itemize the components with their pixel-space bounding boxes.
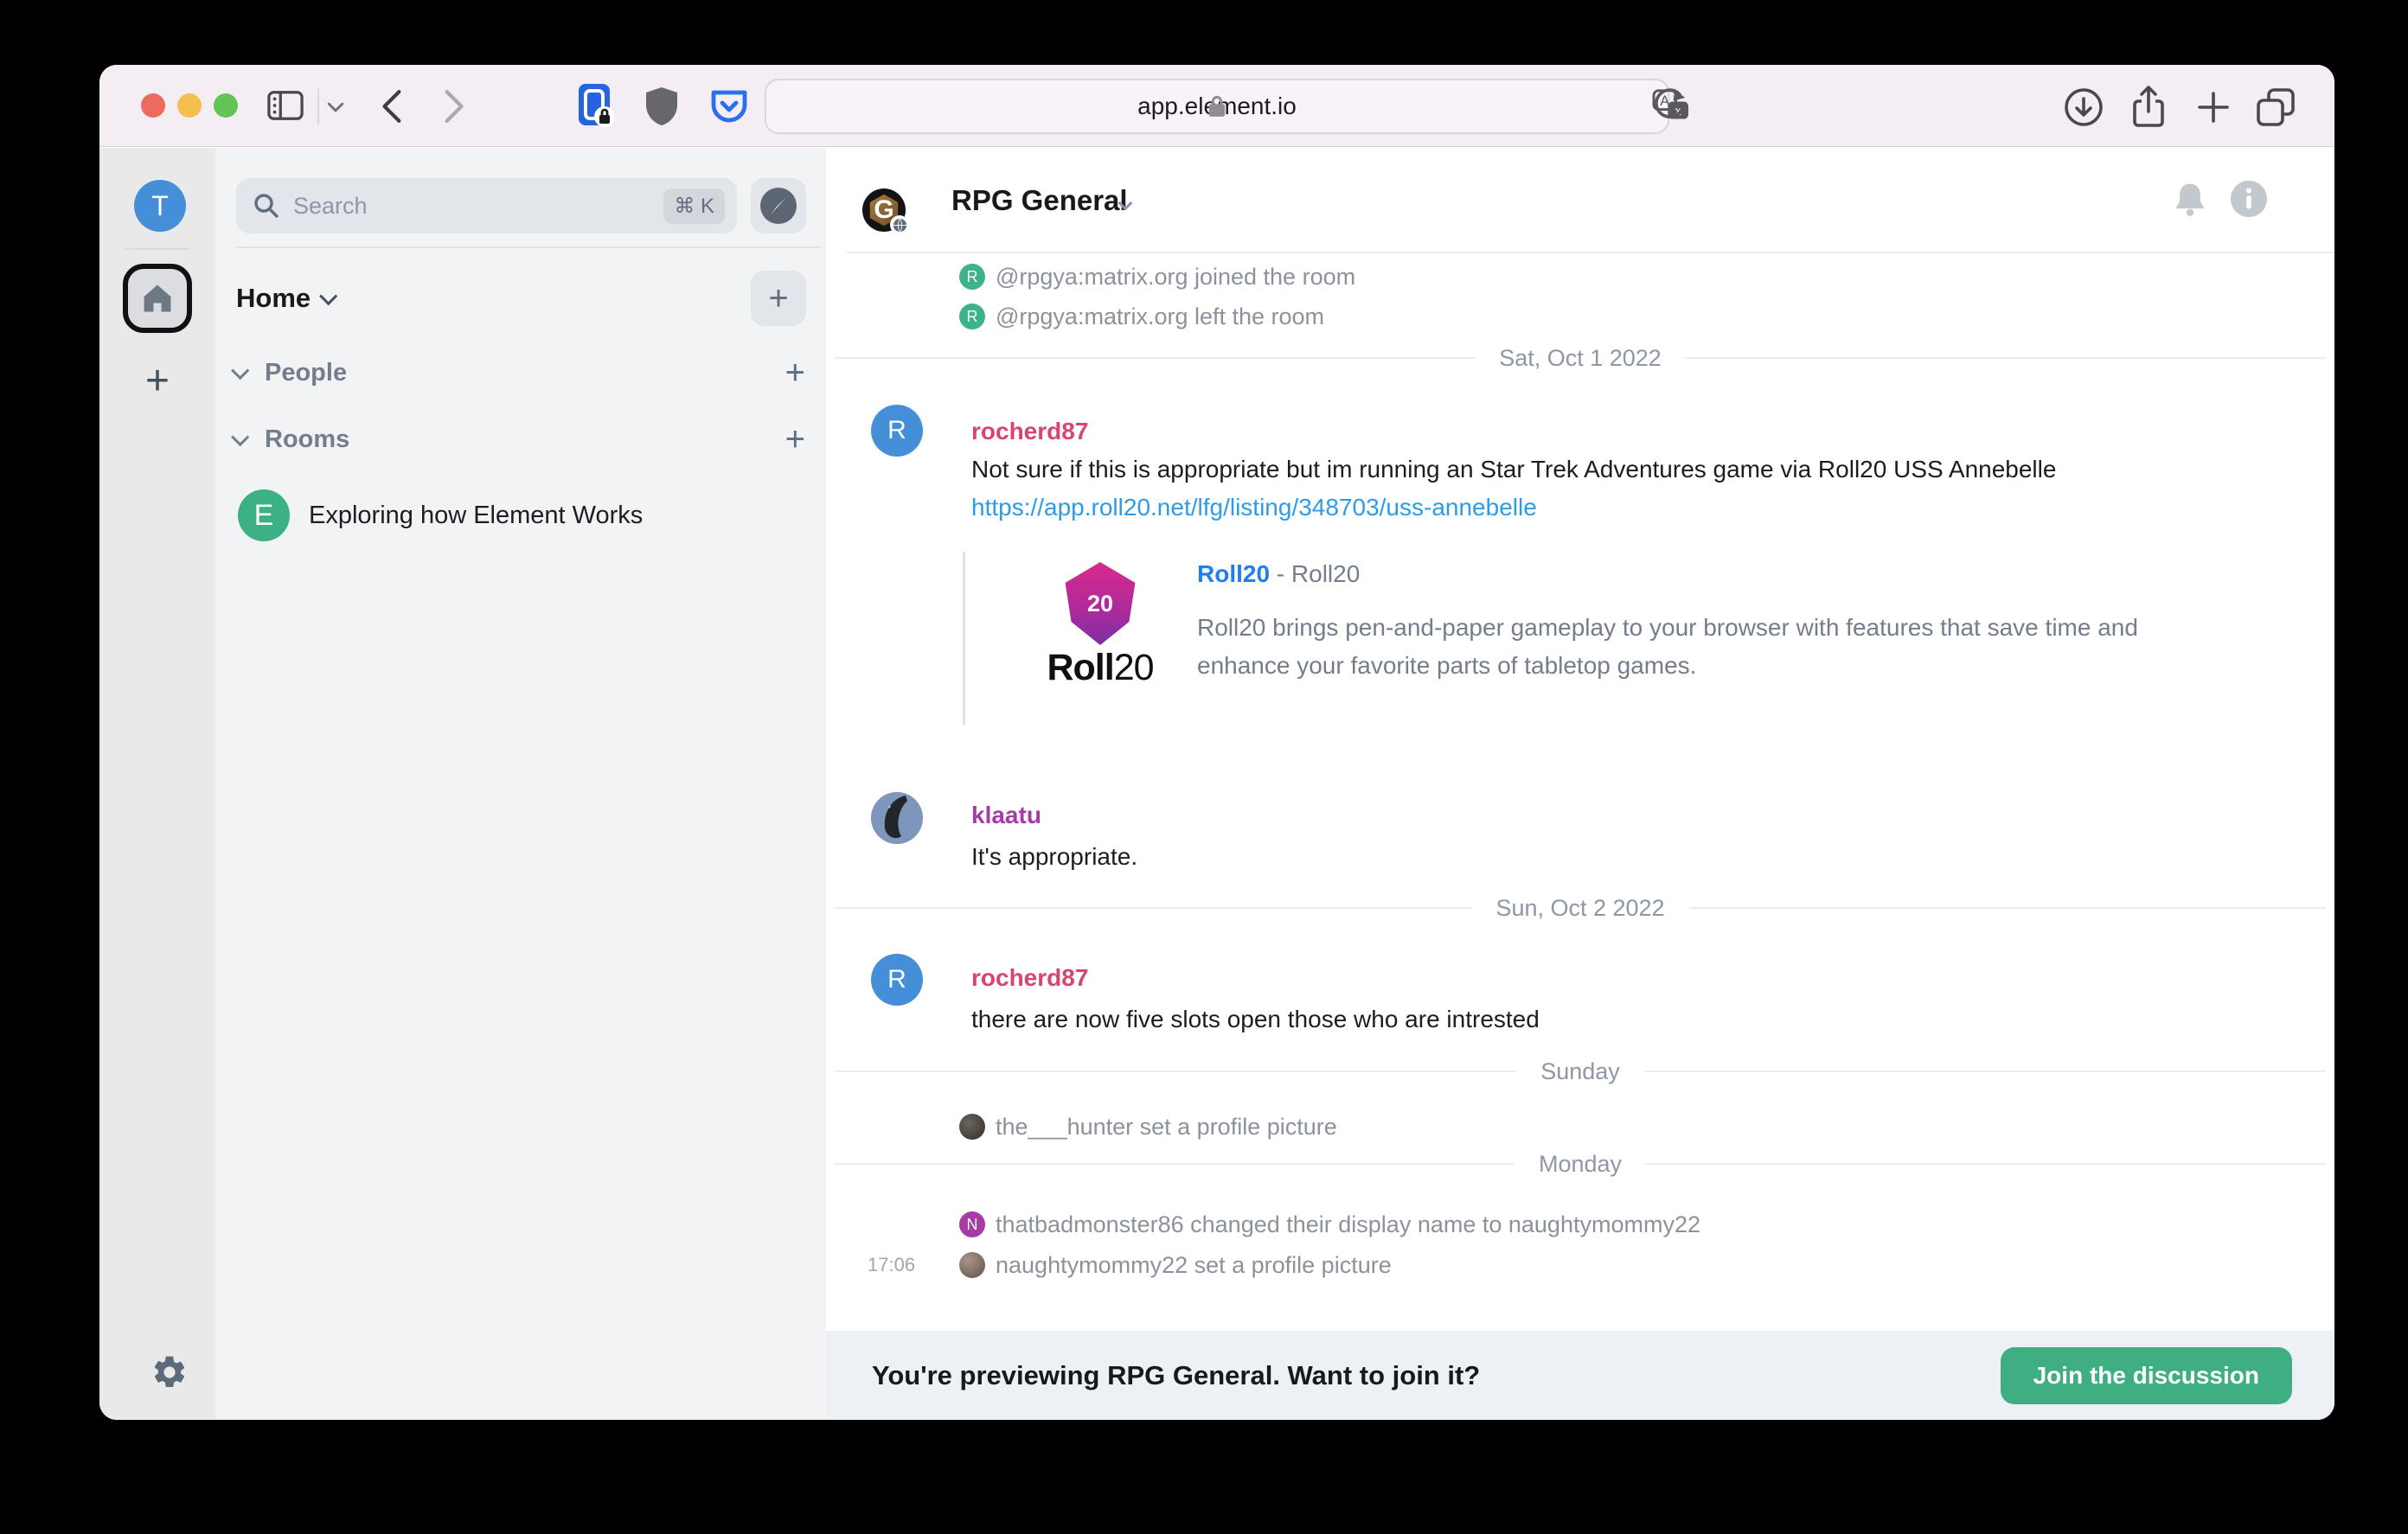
chevron-down-icon[interactable] [326,101,345,113]
add-button[interactable]: + [751,271,806,326]
panel-divider [236,246,821,248]
browser-toolbar: app.element.io A x [99,65,2334,147]
room-header-avatar[interactable]: G [862,189,906,232]
membership-event[interactable]: R @rpgya:matrix.org joined the room [826,257,2334,297]
sender-name[interactable]: klaatu [971,798,1041,833]
event-text: naughtymommy22 set a profile picture [996,1245,1392,1285]
member-avatar [959,1114,985,1140]
date-separator: Monday [826,1146,2334,1182]
new-tab-icon[interactable] [2193,86,2234,128]
chevron-down-icon [231,361,249,380]
explore-rooms-button[interactable] [751,178,806,233]
d20-die-icon: 20 [1062,562,1138,645]
add-room-button[interactable]: + [785,420,805,459]
profile-event[interactable]: N thatbadmonster86 changed their display… [826,1205,2334,1244]
event-text: @rpgya:matrix.org left the room [996,297,1324,336]
profile-event[interactable]: 17:06 naughtymommy22 set a profile pictu… [826,1245,2334,1285]
penguin-avatar-image [871,792,923,844]
sender-name[interactable]: rocherd87 [971,961,1088,995]
share-icon[interactable] [2128,83,2169,130]
membership-event[interactable]: R @rpgya:matrix.org left the room [826,297,2334,336]
rail-divider [125,248,189,250]
room-name: Exploring how Element Works [309,502,643,530]
event-text: @rpgya:matrix.org joined the room [996,257,1355,297]
preview-description: Roll20 brings pen-and-paper gameplay to … [1197,609,2140,685]
message-body: Not sure if this is appropriate but im r… [971,451,2130,527]
home-icon [140,281,175,316]
sender-avatar[interactable] [871,792,923,844]
forward-icon[interactable] [442,87,468,125]
date-separator: Sun, Oct 2 2022 [826,890,2334,926]
member-avatar [959,1252,985,1278]
message-body: It's appropriate. [971,838,2130,876]
roll20-logo: 20 Roll20 [1022,562,1178,689]
user-avatar[interactable]: T [134,180,186,232]
search-shortcut-badge: ⌘ K [663,189,725,224]
compass-icon [759,186,798,226]
room-title[interactable]: RPG General [951,184,1128,217]
date-separator: Sunday [826,1053,2334,1090]
event-timestamp: 17:06 [868,1245,915,1285]
adblock-shield-icon[interactable] [644,86,679,127]
message-timeline[interactable]: R @rpgya:matrix.org joined the room R @r… [826,253,2334,1332]
room-preview-bar: You're previewing RPG General. Want to j… [826,1331,2334,1420]
pocket-extension-icon[interactable] [708,86,750,127]
tab-overview-icon[interactable] [2255,86,2296,128]
member-avatar: N [959,1211,985,1237]
space-header[interactable]: Home [236,279,337,317]
address-bar[interactable]: app.element.io A x [765,79,1669,134]
join-discussion-button[interactable]: Join the discussion [2001,1347,2292,1404]
sender-avatar[interactable]: R [871,954,923,1006]
zoom-window-button[interactable] [214,93,238,118]
section-people[interactable]: People + [236,352,805,393]
sender-name[interactable]: rocherd87 [971,414,1088,449]
event-text: the___hunter set a profile picture [996,1107,1337,1147]
room-list-panel: ⌘ K Home + People + [215,148,826,1420]
room-header: G RPG General [826,148,2334,253]
room-list-item[interactable]: E Exploring how Element Works [229,482,814,549]
member-avatar: R [959,264,985,290]
lock-icon [1207,94,1226,118]
close-window-button[interactable] [141,93,165,118]
search-input[interactable] [293,193,663,220]
notifications-bell-icon[interactable] [2174,181,2206,217]
sender-avatar[interactable]: R [871,405,923,457]
settings-gear-icon[interactable] [150,1353,189,1391]
chevron-down-icon [319,287,337,305]
message-link[interactable]: https://app.roll20.net/lfg/listing/34870… [971,494,1537,521]
minimize-window-button[interactable] [177,93,202,118]
preview-title-link[interactable]: Roll20 [1197,560,1270,587]
onepassword-extension-icon[interactable] [577,82,617,131]
date-separator: Sat, Oct 1 2022 [826,340,2334,376]
browser-window: app.element.io A x [99,65,2334,1420]
preview-bar-text: You're previewing RPG General. Want to j… [872,1360,1480,1391]
add-people-button[interactable]: + [785,354,805,393]
profile-event[interactable]: the___hunter set a profile picture [826,1107,2334,1147]
home-space-button[interactable] [123,264,192,333]
toolbar-divider [317,89,319,124]
search-box[interactable]: ⌘ K [236,178,737,233]
message-body: there are now five slots open those who … [971,1000,2130,1039]
section-label: Rooms [265,425,349,454]
back-icon[interactable] [378,87,404,125]
add-space-button[interactable]: + [138,361,176,399]
search-icon [252,191,281,221]
sidebar-toggle-icon[interactable] [266,87,305,124]
section-label: People [265,359,347,387]
room-avatar: E [238,489,290,541]
event-text: thatbadmonster86 changed their display n… [996,1205,1700,1244]
chat-area: G RPG General R @rpgya:matr [826,148,2334,1420]
public-room-globe-icon [890,215,909,234]
space-title: Home [236,283,311,314]
space-rail: T + [99,148,215,1420]
preview-title: Roll20 - Roll20 [1197,560,1360,588]
reload-icon[interactable] [1652,87,1687,125]
room-info-icon[interactable] [2229,179,2269,219]
member-avatar: R [959,304,985,329]
section-rooms[interactable]: Rooms + [236,419,805,460]
chevron-down-icon [231,428,249,446]
downloads-icon[interactable] [2063,86,2104,128]
url-preview-card[interactable]: 20 Roll20 Roll20 - Roll20 Roll20 brings … [963,552,2191,725]
